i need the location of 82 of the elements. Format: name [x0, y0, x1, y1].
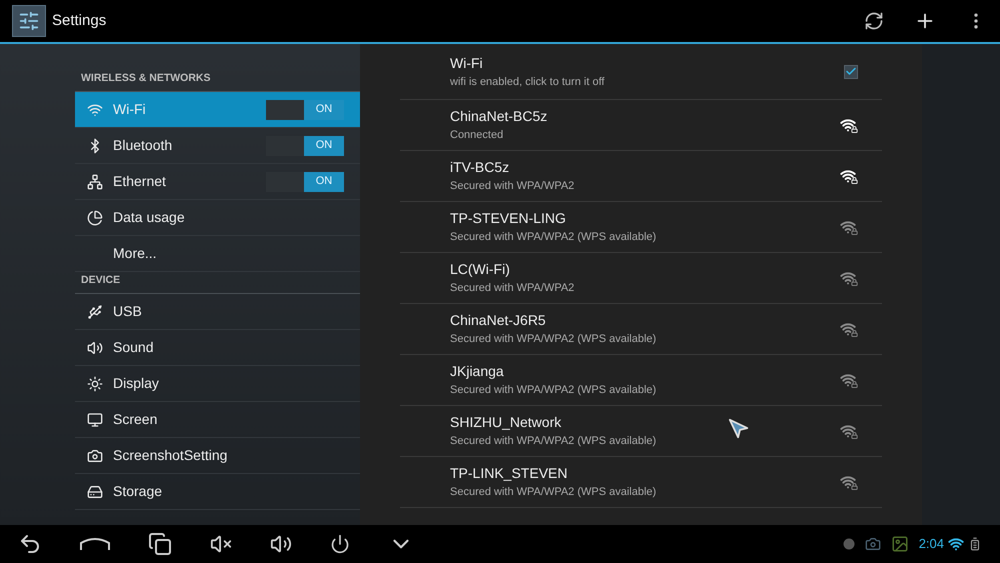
settings-item[interactable]: Storage [75, 474, 360, 510]
settings-item[interactable]: Bluetooth ON [75, 128, 360, 164]
storage-icon [87, 484, 103, 500]
usb-icon [87, 304, 103, 320]
speaker-icon [87, 340, 103, 356]
wifi-status-icon [948, 536, 964, 552]
network-name: ChinaNet-J6R5 [450, 311, 546, 330]
item-label: USB [113, 302, 143, 321]
power-icon[interactable] [330, 534, 350, 554]
battery-icon [968, 537, 982, 551]
picture-icon [890, 535, 909, 553]
item-label: ScreenshotSetting [113, 446, 228, 465]
network-name: iTV-BC5z [450, 158, 510, 178]
item-label: Storage [113, 482, 164, 501]
settings-item[interactable]: Ethernet ON [75, 164, 360, 200]
volume-down-icon[interactable] [210, 533, 232, 555]
locked-wifi-icon [840, 423, 858, 439]
network-status: Secured with WPA/WPA2 (WPS available) [450, 332, 656, 348]
locked-wifi-icon [840, 168, 858, 184]
network-row[interactable]: iTV-BC5z Secured with WPA/WPA2 [400, 151, 882, 202]
settings-item[interactable]: Sound [75, 330, 360, 366]
item-label: Sound [113, 338, 154, 357]
network-status: Secured with WPA/WPA2 (WPS available) [450, 485, 656, 500]
brightness-icon [87, 376, 103, 392]
network-name: TP-STEVEN-LING [450, 209, 566, 228]
back-icon[interactable] [18, 532, 42, 556]
settings-item[interactable]: Screen [75, 402, 360, 438]
wifi-master-row[interactable]: Wi-Fi wifi is enabled, click to turn it off [400, 44, 882, 100]
dot-icon [842, 538, 855, 550]
settings-app-icon[interactable] [12, 5, 46, 37]
camera-icon [87, 448, 103, 464]
locked-wifi-icon [840, 474, 858, 490]
clock: 2:04 [918, 535, 944, 554]
network-status: Connected [450, 128, 504, 144]
network-row[interactable]: TP-LINK_STEVEN Secured with WPA/WPA2 (WPS available) [400, 457, 882, 508]
network-icon [87, 174, 103, 190]
settings-item[interactable]: Data usage [75, 200, 360, 236]
network-status: Secured with WPA/WPA2 (WPS available) [450, 434, 656, 450]
network-name: SHIZHU_Network [450, 413, 562, 432]
item-label: Screen [113, 410, 158, 429]
locked-wifi-icon [840, 117, 858, 133]
settings-item[interactable]: ScreenshotSetting [75, 438, 360, 474]
network-row[interactable]: ChinaNet-BC5z Connected [400, 100, 882, 151]
home-icon[interactable] [80, 537, 110, 551]
locked-wifi-icon [840, 372, 858, 388]
locked-wifi-icon [840, 270, 858, 286]
network-status: Secured with WPA/WPA2 (WPS available) [450, 383, 656, 398]
checkbox[interactable] [844, 64, 858, 78]
refresh-icon[interactable] [864, 11, 884, 31]
item-label: Bluetooth [113, 136, 174, 155]
network-row[interactable]: ChinaNet-J6R5 Secured with WPA/WPA2 (WPS available) [400, 304, 882, 355]
locked-wifi-icon [840, 321, 858, 337]
network-name: LC(Wi-Fi) [450, 260, 510, 280]
item-label: Display [113, 374, 160, 393]
network-row[interactable]: LC(Wi-Fi) Secured with WPA/WPA2 [400, 253, 882, 304]
settings-item[interactable]: Display [75, 366, 360, 402]
item-label: Data usage [113, 208, 186, 227]
pointer-icon [728, 418, 750, 440]
network-status: Secured with WPA/WPA2 (WPS available) [450, 230, 656, 246]
item-label: More... [113, 244, 158, 263]
network-name: TP-LINK_STEVEN [450, 464, 568, 484]
section-header: DEVICE [81, 273, 120, 288]
network-name: JKjianga [450, 362, 504, 382]
network-status: Secured with WPA/WPA2 [450, 179, 574, 194]
settings-item[interactable]: USB [75, 294, 360, 330]
camera-icon [864, 536, 881, 552]
recent-apps-icon[interactable] [148, 532, 172, 556]
action-bar-title: Settings [52, 10, 108, 31]
network-status: Secured with WPA/WPA2 [450, 281, 574, 296]
pie-chart-icon [87, 210, 103, 226]
item-label: Wi-Fi [113, 100, 147, 119]
row-summary: wifi is enabled, click to turn it off [450, 74, 604, 90]
volume-up-icon[interactable] [270, 533, 292, 555]
locked-wifi-icon [840, 219, 858, 235]
monitor-icon [87, 412, 103, 428]
network-name: ChinaNet-BC5z [450, 107, 548, 126]
network-row[interactable]: TP-STEVEN-LING Secured with WPA/WPA2 (WPS available) [400, 202, 882, 253]
network-row[interactable]: JKjianga Secured with WPA/WPA2 (WPS available) [400, 355, 882, 406]
row-title: Wi-Fi [450, 54, 483, 73]
section-header: WIRELESS & NETWORKS [81, 71, 211, 86]
wifi-icon [87, 102, 103, 118]
item-label: Ethernet [113, 172, 167, 191]
